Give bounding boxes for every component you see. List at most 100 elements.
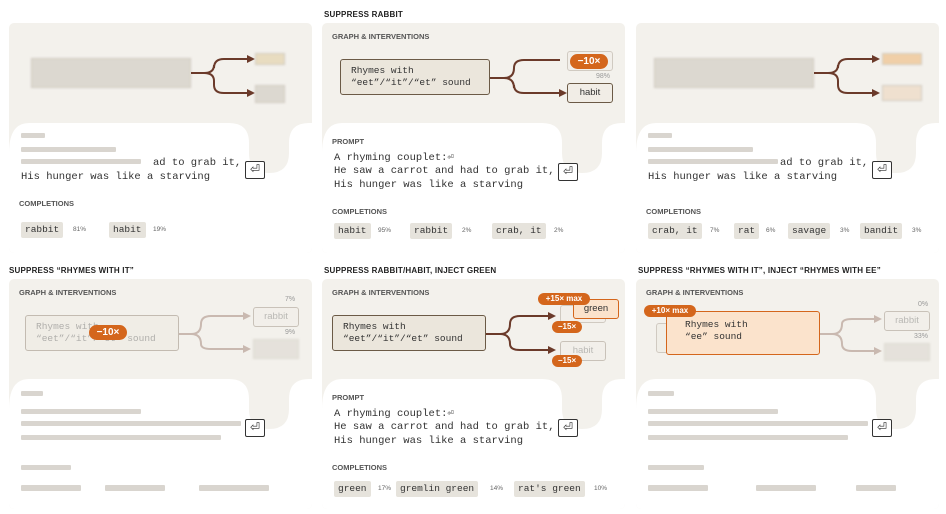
blurred-prompt-line [21,409,141,414]
enter-key-icon: ⏎ [245,161,265,179]
completion-chip: savage [788,223,831,239]
prompt-label: PROMPT [332,137,365,146]
completion-chip: green [334,481,371,497]
output-pct: 9% [285,329,296,336]
completions-label: COMPLETIONS [19,199,75,208]
blurred-prompt-line [21,147,116,152]
enter-key-icon: ⏎ [245,419,265,437]
blurred-prompt-label [21,133,45,138]
blurred-prompt-line [648,159,778,164]
rabbit-output: rabbit [253,307,299,327]
completion-chip: rabbit [410,223,453,239]
panel-top-right: ad to grab it, His hunger was like a sta… [636,23,939,253]
completion-chip: crab, it [492,223,546,239]
panel-suppress-rhymes-it: GRAPH & INTERVENTIONS Rhymes with “eet”/… [9,279,312,509]
blurred-prompt-line [648,409,778,414]
blurred-completions [105,485,165,491]
blurred-prompt-line [21,435,221,440]
prompt-line-2: He saw a carrot and had to grab it, [334,421,555,433]
prompt-card: PROMPT A rhyming couplet:⏎ He saw a carr… [322,123,625,253]
completion-pct: 10% [594,485,608,492]
prompt-card: PROMPT A rhyming couplet:⏎ He saw a carr… [322,379,625,509]
feature-arrows [490,59,567,97]
blurred-prompt-line [648,147,753,152]
blurred-prompt-label [648,391,674,396]
completion-chip: rat's green [514,481,585,497]
suppress-badge: −15× [552,355,582,367]
blurred-prompt-line [648,421,868,426]
panel-title: SUPPRESS RABBIT/HABIT, INJECT GREEN [324,266,497,275]
output-pct: 0% [918,301,929,308]
blurred-prompt-label [21,391,43,396]
feature-arrows [814,55,880,97]
prompt-line-3: His hunger was like a starving [334,179,524,191]
completion-pct: 6% [766,227,776,234]
suppress-badge: −15× [552,321,582,333]
enter-key-icon: ⏎ [558,163,578,181]
prompt-card: ad to grab it, His hunger was like a sta… [636,123,939,253]
completion-pct: 81% [73,226,87,233]
inject-badge: +15× max [538,293,590,305]
suppress-badge: −10× [570,54,608,69]
completion-pct: 2% [462,227,472,234]
prompt-label: PROMPT [332,393,365,402]
panel-suppress-rabbit: GRAPH & INTERVENTIONS Rhymes with “eet”/… [322,23,625,253]
completion-pct: 14% [490,485,504,492]
blurred-completions [756,485,816,491]
feature-arrows [179,312,251,353]
prompt-card: ⏎ [9,379,312,509]
output-pct: 98% [596,73,611,80]
completion-chip: bandit [860,223,903,239]
blurred-completions [21,485,81,491]
blurred-output-top [255,53,285,65]
completion-chip: gremlin green [396,481,479,497]
enter-key-icon: ⏎ [558,419,578,437]
blurred-completions-label [21,465,71,470]
rabbit-output: rabbit [884,311,930,331]
completion-chip: rat [734,223,760,239]
blurred-completions [199,485,269,491]
prompt-line-3: His hunger was like a starving [334,435,524,447]
enter-key-icon: ⏎ [872,419,892,437]
completion-chip: crab, it [648,223,702,239]
completion-pct: 3% [912,227,922,234]
output-pct: 33% [914,333,929,340]
panel-inject-green: GRAPH & INTERVENTIONS Rhymes with “eet”/… [322,279,625,509]
blurred-completions-label [648,465,704,470]
prompt-card: ad to grab it, His hunger was like a sta… [9,123,312,253]
panel-title: SUPPRESS “RHYMES WITH IT”, INJECT “RHYME… [638,266,881,275]
prompt-card: ⏎ [636,379,939,509]
blurred-output [253,339,299,359]
blurred-completions [648,485,708,491]
prompt-line-3: His hunger was like a starving [648,171,838,183]
completion-pct: 7% [710,227,720,234]
blurred-completions [856,485,896,491]
completion-chip: rabbit [21,222,64,238]
completions-label: COMPLETIONS [332,207,388,216]
panel-inject-ee: GRAPH & INTERVENTIONS Rhymes with “ee” s… [636,279,939,509]
blurred-prompt-line [21,159,141,164]
completion-pct: 17% [378,485,392,492]
panel-baseline: ad to grab it, His hunger was like a sta… [9,23,312,253]
completion-pct: 3% [840,227,850,234]
completion-pct: 2% [554,227,564,234]
completion-chip: habit [109,222,146,238]
prompt-line-1: A rhyming couplet:⏎ [334,152,454,164]
blurred-output [884,343,930,361]
completion-chip: habit [334,223,371,239]
prompt-line-1: A rhyming couplet:⏎ [334,408,454,420]
panel-title: SUPPRESS RABBIT [324,10,404,19]
prompt-line-2: He saw a carrot and had to grab it, [334,165,555,177]
output-pct: 7% [285,296,296,303]
enter-key-icon: ⏎ [872,161,892,179]
prompt-line-3: His hunger was like a starving [21,171,211,183]
blurred-prompt-line [648,435,848,440]
blurred-output-top [882,53,922,65]
completions-label: COMPLETIONS [332,463,388,472]
completions-label: COMPLETIONS [646,207,702,216]
blurred-output-bottom [255,85,285,103]
blurred-prompt-line [21,421,241,426]
prompt-line-partial: ad to grab it, [780,157,869,169]
feature-arrows [191,55,255,97]
completion-pct: 95% [378,227,392,234]
